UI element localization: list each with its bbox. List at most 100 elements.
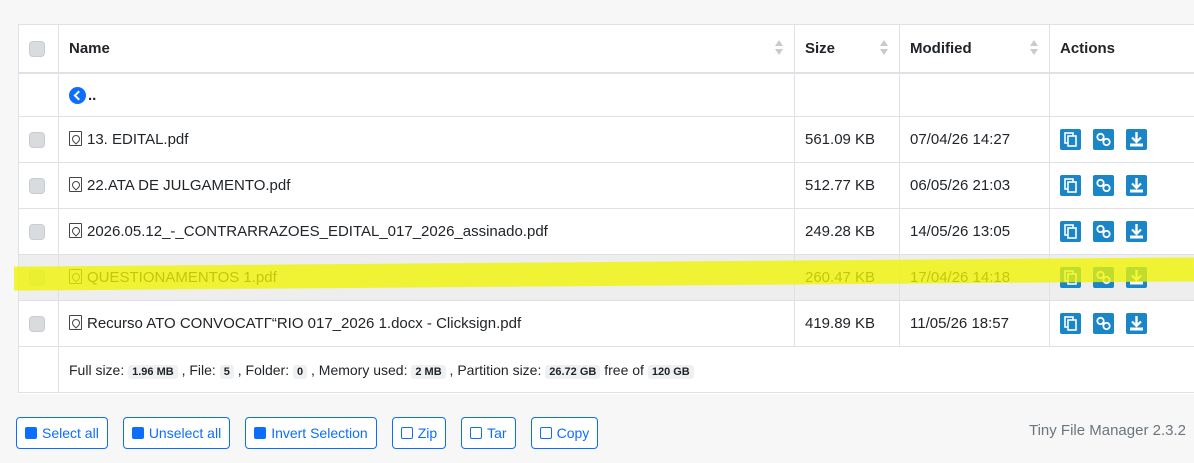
copy-icon[interactable]: [1060, 129, 1081, 150]
table-row[interactable]: 22.ATA DE JULGAMENTO.pdf 512.77 KB 06/05…: [18, 162, 1194, 209]
file-list-panel: Name Size Modified Actions .. 13. EDITAL…: [18, 24, 1194, 394]
row-checkbox-cell[interactable]: [18, 208, 59, 255]
memory-value: 2 MB: [411, 364, 446, 379]
checkbox[interactable]: [29, 224, 45, 241]
list-icon: [254, 427, 267, 439]
arrow-left-circle-icon[interactable]: [69, 86, 86, 104]
row-checkbox-cell[interactable]: [18, 162, 59, 209]
link-icon[interactable]: [1093, 267, 1114, 288]
file-actions: [1049, 300, 1194, 347]
copy-icon: [539, 427, 552, 439]
check-square-icon: [25, 427, 37, 439]
copy-icon[interactable]: [1060, 267, 1081, 288]
file-table: Name Size Modified Actions .. 13. EDITAL…: [18, 24, 1194, 393]
checkbox[interactable]: [29, 132, 45, 149]
copy-label: Copy: [556, 425, 590, 441]
checkbox[interactable]: [29, 270, 45, 287]
parent-folder-label[interactable]: ..: [88, 87, 96, 104]
column-actions-label: Actions: [1060, 39, 1116, 57]
file-size: 249.28 KB: [794, 208, 900, 255]
checkbox[interactable]: [29, 178, 45, 195]
table-header-row: Name Size Modified Actions: [18, 24, 1194, 74]
file-modified: 11/05/26 18:57: [899, 300, 1050, 347]
total-value: 120 GB: [647, 364, 694, 379]
checkbox[interactable]: [29, 316, 45, 333]
copy-icon[interactable]: [1060, 175, 1081, 196]
file-count-label: , File:: [181, 361, 216, 378]
file-actions: [1049, 116, 1194, 163]
file-size: 512.77 KB: [794, 162, 900, 209]
file-pdf-icon: [69, 269, 82, 284]
row-checkbox-cell[interactable]: [18, 254, 59, 301]
copy-icon[interactable]: [1060, 221, 1081, 242]
link-icon[interactable]: [1093, 313, 1114, 334]
download-icon[interactable]: [1126, 267, 1147, 288]
link-icon[interactable]: [1093, 221, 1114, 242]
file-name-link[interactable]: QUESTIONAMENTOS 1.pdf: [87, 269, 277, 286]
file-name-link[interactable]: 22.ATA DE JULGAMENTO.pdf: [87, 177, 290, 194]
column-actions-header: Actions: [1049, 24, 1194, 74]
file-name-link[interactable]: 2026.05.12_-_CONTRARRAZOES_EDITAL_017_20…: [87, 223, 548, 240]
download-icon[interactable]: [1126, 175, 1147, 196]
x-square-icon: [131, 427, 144, 439]
column-modified-label: Modified: [910, 39, 972, 57]
file-pdf-icon: [69, 315, 82, 330]
partition-value: 26.72 GB: [545, 364, 601, 379]
file-name-cell[interactable]: 2026.05.12_-_CONTRARRAZOES_EDITAL_017_20…: [58, 208, 795, 255]
file-pdf-icon: [69, 177, 82, 192]
up-link-cell[interactable]: ..: [58, 72, 795, 117]
file-name-link[interactable]: 13. EDITAL.pdf: [87, 131, 188, 148]
table-row[interactable]: Recurso ATO CONVOCATГ“RIO 017_2026 1.doc…: [18, 300, 1194, 347]
sort-icon: [774, 39, 784, 59]
file-name-link[interactable]: Recurso ATO CONVOCATГ“RIO 017_2026 1.doc…: [87, 315, 521, 332]
file-size: 260.47 KB: [794, 254, 900, 301]
copy-button[interactable]: Copy: [530, 417, 599, 449]
table-row[interactable]: 2026.05.12_-_CONTRARRAZOES_EDITAL_017_20…: [18, 208, 1194, 255]
link-icon[interactable]: [1093, 129, 1114, 150]
select-all-button[interactable]: Select all: [16, 417, 108, 449]
file-archive-icon: [470, 427, 483, 439]
tar-label: Tar: [487, 425, 507, 441]
empty-cell: [1049, 72, 1194, 117]
file-name-cell[interactable]: 13. EDITAL.pdf: [58, 116, 795, 163]
folder-count-value: 0: [292, 364, 308, 379]
column-name-header[interactable]: Name: [58, 24, 795, 74]
folder-count-label: , Folder:: [237, 361, 290, 378]
summary-row: Full size: 1.96 MB , File: 5 , Folder: 0…: [18, 346, 1194, 393]
full-size-label: Full size:: [69, 361, 125, 378]
copy-icon[interactable]: [1060, 313, 1081, 334]
select-all-label: Select all: [42, 425, 99, 441]
download-icon[interactable]: [1126, 313, 1147, 334]
empty-cell: [18, 346, 59, 393]
table-row-highlighted[interactable]: QUESTIONAMENTOS 1.pdf 260.47 KB 17/04/26…: [18, 254, 1194, 301]
up-checkbox-cell: [18, 72, 59, 117]
file-modified: 17/04/26 14:18: [899, 254, 1050, 301]
file-name-cell[interactable]: QUESTIONAMENTOS 1.pdf: [58, 254, 795, 301]
tar-button[interactable]: Tar: [461, 417, 516, 449]
download-icon[interactable]: [1126, 221, 1147, 242]
invert-selection-label: Invert Selection: [271, 425, 368, 441]
file-actions: [1049, 254, 1194, 301]
invert-selection-button[interactable]: Invert Selection: [245, 417, 377, 449]
checkbox[interactable]: [29, 40, 45, 57]
unselect-all-button[interactable]: Unselect all: [122, 417, 231, 449]
column-name-label: Name: [69, 39, 110, 57]
row-checkbox-cell[interactable]: [18, 300, 59, 347]
zip-button[interactable]: Zip: [391, 417, 447, 449]
column-size-label: Size: [805, 39, 836, 57]
parent-folder-row[interactable]: ..: [18, 72, 1194, 117]
link-icon[interactable]: [1093, 175, 1114, 196]
sort-icon: [1029, 39, 1039, 59]
row-checkbox-cell[interactable]: [18, 116, 59, 163]
table-row[interactable]: 13. EDITAL.pdf 561.09 KB 07/04/26 14:27: [18, 116, 1194, 163]
file-name-cell[interactable]: 22.ATA DE JULGAMENTO.pdf: [58, 162, 795, 209]
download-icon[interactable]: [1126, 129, 1147, 150]
partition-label: , Partition size:: [449, 361, 542, 378]
file-size: 419.89 KB: [794, 300, 900, 347]
select-all-checkbox-header[interactable]: [18, 24, 59, 74]
file-modified: 07/04/26 14:27: [899, 116, 1050, 163]
column-modified-header[interactable]: Modified: [899, 24, 1050, 74]
file-name-cell[interactable]: Recurso ATO CONVOCATГ“RIO 017_2026 1.doc…: [58, 300, 795, 347]
empty-cell: [899, 72, 1050, 117]
column-size-header[interactable]: Size: [794, 24, 900, 74]
